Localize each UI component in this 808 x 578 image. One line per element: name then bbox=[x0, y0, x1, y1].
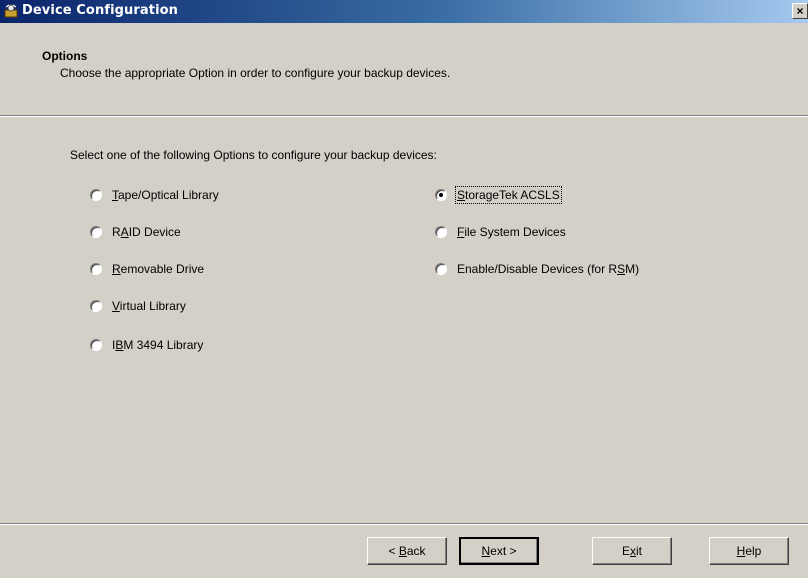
radio-button[interactable] bbox=[90, 226, 102, 238]
options-prompt: Select one of the following Options to c… bbox=[70, 148, 437, 162]
help-button[interactable]: Help bbox=[709, 537, 789, 565]
radio-button[interactable] bbox=[90, 300, 102, 312]
option-label: RAID Device bbox=[112, 225, 181, 239]
page-heading: Options bbox=[42, 49, 88, 63]
option-label: IBM 3494 Library bbox=[112, 338, 204, 352]
option-storagetek-acsls[interactable]: StorageTek ACSLS bbox=[435, 186, 562, 204]
window-title: Device Configuration bbox=[22, 3, 179, 18]
close-button[interactable]: × bbox=[792, 3, 808, 19]
option-raid-device[interactable]: RAID Device bbox=[90, 224, 181, 240]
header-separator bbox=[0, 115, 808, 117]
back-button[interactable]: < Back bbox=[367, 537, 447, 565]
page-subtitle: Choose the appropriate Option in order t… bbox=[60, 66, 451, 80]
option-virtual-library[interactable]: Virtual Library bbox=[90, 298, 186, 314]
option-file-system-devices[interactable]: File System Devices bbox=[435, 224, 566, 240]
radio-button[interactable] bbox=[90, 189, 102, 201]
option-label: StorageTek ACSLS bbox=[455, 186, 562, 204]
radio-button[interactable] bbox=[435, 226, 447, 238]
option-enable-disable-devices-rsm[interactable]: Enable/Disable Devices (for RSM) bbox=[435, 261, 639, 277]
header-panel: Options Choose the appropriate Option in… bbox=[0, 23, 808, 115]
option-label: Virtual Library bbox=[112, 299, 186, 313]
device-config-app-icon bbox=[3, 3, 19, 19]
exit-button[interactable]: Exit bbox=[592, 537, 672, 565]
option-label: Tape/Optical Library bbox=[112, 188, 219, 202]
close-icon: × bbox=[796, 4, 804, 18]
option-label: Enable/Disable Devices (for RSM) bbox=[457, 262, 640, 276]
option-removable-drive[interactable]: Removable Drive bbox=[90, 261, 204, 277]
option-label: File System Devices bbox=[457, 225, 566, 239]
option-tape-optical-library[interactable]: Tape/Optical Library bbox=[90, 187, 219, 203]
title-bar: Device Configuration × bbox=[0, 0, 808, 23]
radio-button[interactable] bbox=[90, 263, 102, 275]
radio-button-selected[interactable] bbox=[435, 189, 447, 201]
next-button[interactable]: Next > bbox=[459, 537, 539, 565]
option-ibm-3494-library[interactable]: IBM 3494 Library bbox=[90, 337, 203, 353]
option-label: Removable Drive bbox=[112, 262, 205, 276]
radio-button[interactable] bbox=[435, 263, 447, 275]
radio-button[interactable] bbox=[90, 339, 102, 351]
footer-separator bbox=[0, 523, 808, 525]
